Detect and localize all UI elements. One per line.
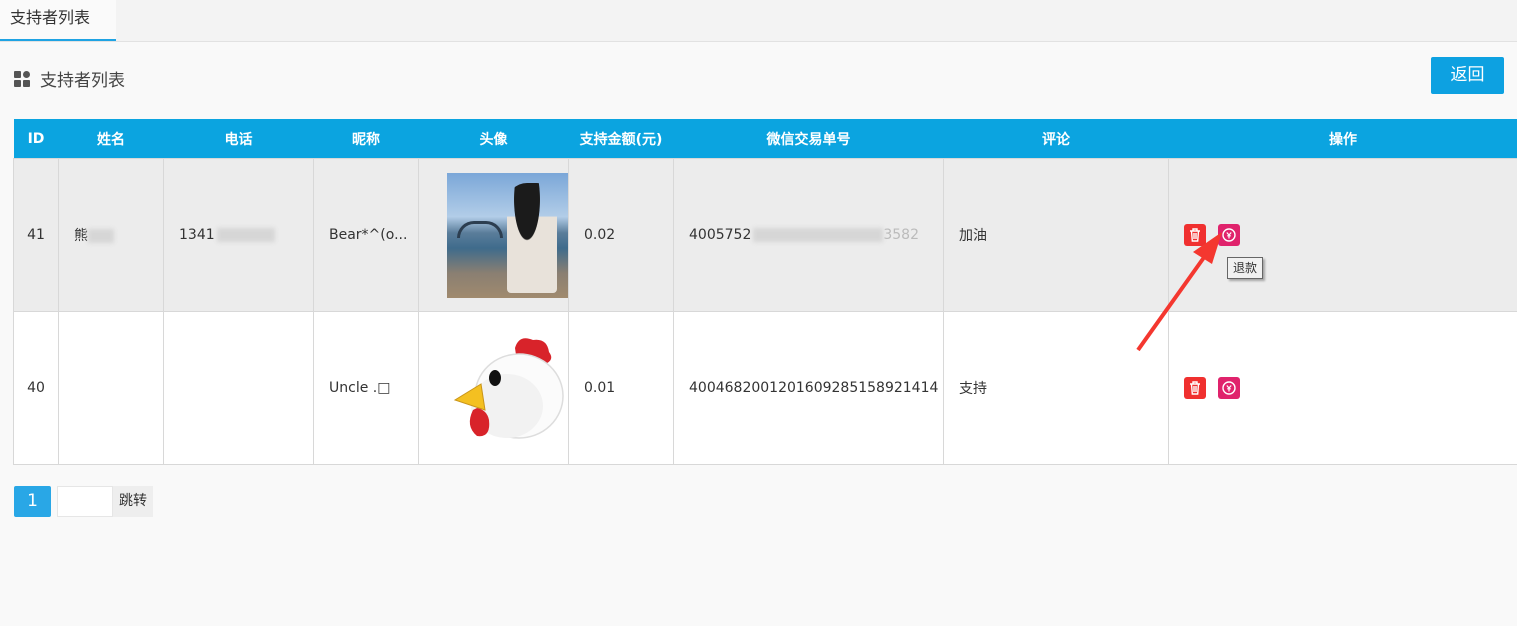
cell-amount: 0.02 (568, 158, 674, 312)
column-header-trade-no: 微信交易单号 (673, 119, 944, 159)
table-row: 41 熊 1341 Bear*^(o... 0.02 4005752 3582 加… (13, 158, 1517, 312)
delete-button[interactable] (1184, 224, 1206, 246)
back-button[interactable]: 返回 (1431, 57, 1504, 94)
cell-actions (1168, 311, 1517, 465)
trash-icon (1190, 381, 1200, 395)
cell-phone: 1341 (163, 158, 314, 312)
page-header: 支持者列表 (14, 66, 125, 91)
cell-id: 41 (13, 158, 59, 312)
column-header-phone: 电话 (163, 119, 314, 159)
column-header-actions: 操作 (1168, 119, 1517, 159)
cell-avatar (418, 158, 569, 312)
delete-button[interactable] (1184, 377, 1206, 399)
refund-button[interactable] (1218, 224, 1240, 246)
phone-text: 1341 (179, 227, 215, 243)
page-number-current[interactable]: 1 (14, 486, 51, 517)
name-text: 熊 (74, 228, 88, 244)
trash-icon (1190, 228, 1200, 242)
table-header: ID 姓名 电话 昵称 头像 支持金额(元) 微信交易单号 评论 操作 (13, 119, 1517, 159)
cell-trade-no: 4005752 3582 (673, 158, 944, 312)
page-jump-input[interactable] (57, 486, 113, 517)
column-header-name: 姓名 (58, 119, 164, 159)
refund-icon (1222, 228, 1236, 242)
column-header-nickname: 昵称 (313, 119, 419, 159)
cell-comment: 加油 (943, 158, 1169, 312)
pagination: 1 跳转 (14, 486, 153, 517)
cell-trade-no: 4004682001201609285158921414 (673, 311, 944, 465)
refund-icon (1222, 381, 1236, 395)
page-title: 支持者列表 (40, 71, 125, 91)
table-row: 40 Uncle .□ 0.01 40046820012016092851589… (13, 311, 1517, 465)
cell-nickname: Uncle .□ (313, 311, 419, 465)
cell-avatar (418, 311, 569, 465)
cell-comment: 支持 (943, 311, 1169, 465)
redacted-mask (216, 228, 275, 242)
trade-no-text: 4005752 (689, 227, 752, 243)
cell-phone (163, 311, 314, 465)
tab-bar: 支持者列表 (0, 0, 1517, 42)
refund-button[interactable] (1218, 377, 1240, 399)
avatar (447, 172, 568, 298)
redacted-mask (88, 229, 114, 243)
trade-no-tail: 3582 (883, 227, 919, 243)
column-header-amount: 支持金额(元) (568, 119, 674, 159)
cell-amount: 0.01 (568, 311, 674, 465)
refund-tooltip: 退款 (1227, 257, 1264, 279)
cell-name (58, 311, 164, 465)
cell-nickname: Bear*^(o... (313, 158, 419, 312)
tab-supporter-list[interactable]: 支持者列表 (0, 0, 116, 41)
jump-button[interactable]: 跳转 (113, 486, 153, 517)
column-header-avatar: 头像 (418, 119, 569, 159)
supporter-table: ID 姓名 电话 昵称 头像 支持金额(元) 微信交易单号 评论 操作 41 熊… (13, 119, 1517, 465)
grid-icon (14, 70, 30, 87)
redacted-mask (753, 228, 884, 242)
cell-actions (1168, 158, 1517, 312)
column-header-comment: 评论 (943, 119, 1169, 159)
column-header-id: ID (13, 119, 59, 159)
avatar (447, 325, 568, 451)
cell-name: 熊 (58, 158, 164, 312)
cell-id: 40 (13, 311, 59, 465)
